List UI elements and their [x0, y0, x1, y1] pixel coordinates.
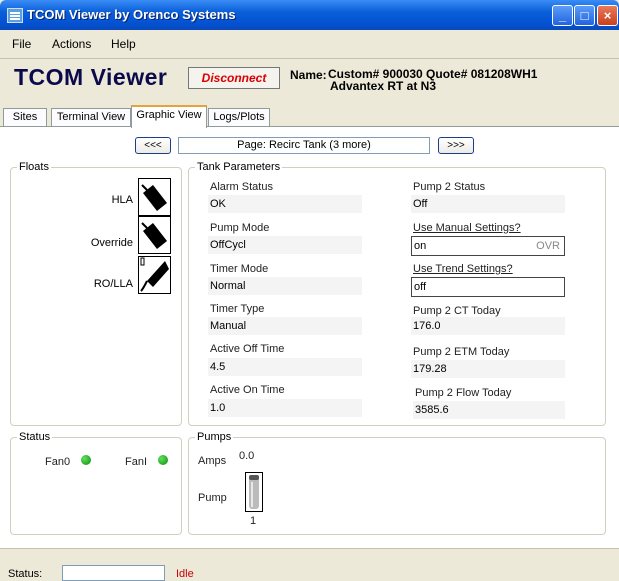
app-icon: [7, 8, 23, 23]
fan1-label: FanI: [125, 456, 148, 468]
pumps-group: Pumps Amps 0.0 Pump 1: [188, 431, 606, 535]
tab-graphic-view[interactable]: Graphic View: [131, 105, 207, 128]
window-title: TCOM Viewer by Orenco Systems: [27, 7, 236, 22]
use-manual-settings-value: on: [414, 240, 427, 252]
tank-parameters-group: Tank Parameters Alarm Status OK Pump Mod…: [188, 161, 606, 426]
float-override-icon: [138, 216, 171, 254]
page-indicator: Page: Recirc Tank (3 more): [178, 137, 430, 154]
float-label-ro-lla: RO/LLA: [93, 278, 133, 290]
floats-group: Floats HLA Override RO/LLA: [10, 161, 182, 426]
tab-strip: Sites Terminal View Graphic View Logs/Pl…: [0, 104, 619, 128]
tab-logs-plots[interactable]: Logs/Plots: [208, 108, 270, 127]
float-label-override: Override: [90, 237, 133, 249]
pump-number: 1: [250, 515, 257, 527]
menu-actions[interactable]: Actions: [52, 37, 91, 51]
use-trend-settings-input[interactable]: off: [411, 277, 565, 297]
tab-terminal-view[interactable]: Terminal View: [51, 108, 131, 127]
disconnect-button[interactable]: Disconnect: [188, 67, 280, 89]
pump-2-status-label: Pump 2 Status: [413, 181, 486, 193]
status-label: Status:: [8, 568, 43, 580]
pump-2-flow-today-value: 3585.6: [413, 401, 565, 419]
float-label-hla: HLA: [111, 194, 133, 206]
use-trend-settings-label: Use Trend Settings?: [413, 263, 513, 275]
override-tag: OVR: [536, 240, 560, 252]
status-bar: Status: Idle: [0, 548, 619, 581]
pump-2-etm-today-label: Pump 2 ETM Today: [413, 346, 510, 358]
timer-mode-value: Normal: [208, 277, 362, 295]
site-name: Custom# 900030 Quote# 081208WH1 Advantex…: [328, 68, 537, 92]
name-label: Name:: [290, 68, 327, 82]
status-state: Idle: [176, 568, 194, 580]
pump-2-status-value: Off: [411, 195, 565, 213]
alarm-status-value: OK: [208, 195, 362, 213]
pump-mode-label: Pump Mode: [210, 222, 270, 234]
status-group: Status Fan0 FanI: [10, 431, 182, 535]
tank-parameters-title: Tank Parameters: [195, 161, 283, 173]
status-title: Status: [17, 431, 53, 443]
alarm-status-label: Alarm Status: [210, 181, 273, 193]
title-bar: TCOM Viewer by Orenco Systems _ □ ×: [0, 0, 619, 30]
pump-mode-value: OffCycl: [208, 236, 362, 254]
amps-label: Amps: [198, 455, 227, 467]
floats-title: Floats: [17, 161, 51, 173]
graphic-view-panel: <<< Page: Recirc Tank (3 more) >>> Float…: [0, 126, 619, 549]
pump-2-ct-today-label: Pump 2 CT Today: [413, 305, 501, 317]
use-manual-settings-input[interactable]: on OVR: [411, 236, 565, 256]
use-manual-settings-label: Use Manual Settings?: [413, 222, 521, 234]
menu-bar: File Actions Help: [0, 30, 619, 59]
timer-mode-label: Timer Mode: [210, 263, 269, 275]
pump-2-flow-today-label: Pump 2 Flow Today: [415, 387, 512, 399]
app-logo: TCOM Viewer: [14, 64, 168, 90]
pump-2-etm-today-value: 179.28: [411, 360, 565, 378]
active-on-time-label: Active On Time: [210, 384, 285, 396]
menu-file[interactable]: File: [12, 37, 31, 51]
fan1-indicator-icon: [158, 455, 168, 465]
next-page-button[interactable]: >>>: [438, 137, 474, 154]
timer-type-value: Manual: [208, 317, 362, 335]
prev-page-button[interactable]: <<<: [135, 137, 171, 154]
active-off-time-label: Active Off Time: [210, 343, 285, 355]
amps-value: 0.0: [239, 450, 255, 462]
minimize-button[interactable]: _: [552, 5, 573, 26]
float-hla-icon: [138, 178, 171, 216]
pumps-title: Pumps: [195, 431, 234, 443]
site-name-line2: Advantex RT at N3: [330, 79, 437, 93]
active-on-time-value: 1.0: [208, 399, 362, 417]
header: TCOM Viewer Disconnect Name: Custom# 900…: [0, 59, 619, 99]
pump-1-icon[interactable]: [245, 472, 263, 512]
maximize-button[interactable]: □: [574, 5, 595, 26]
pump-label: Pump: [198, 492, 227, 504]
fan0-label: Fan0: [45, 456, 71, 468]
float-ro-lla-icon: [138, 256, 171, 294]
close-button[interactable]: ×: [597, 5, 618, 26]
timer-type-label: Timer Type: [210, 303, 265, 315]
active-off-time-value: 4.5: [208, 358, 362, 376]
fan0-indicator-icon: [81, 455, 91, 465]
tab-sites[interactable]: Sites: [3, 108, 47, 127]
menu-help[interactable]: Help: [111, 37, 136, 51]
pump-2-ct-today-value: 176.0: [411, 317, 565, 335]
